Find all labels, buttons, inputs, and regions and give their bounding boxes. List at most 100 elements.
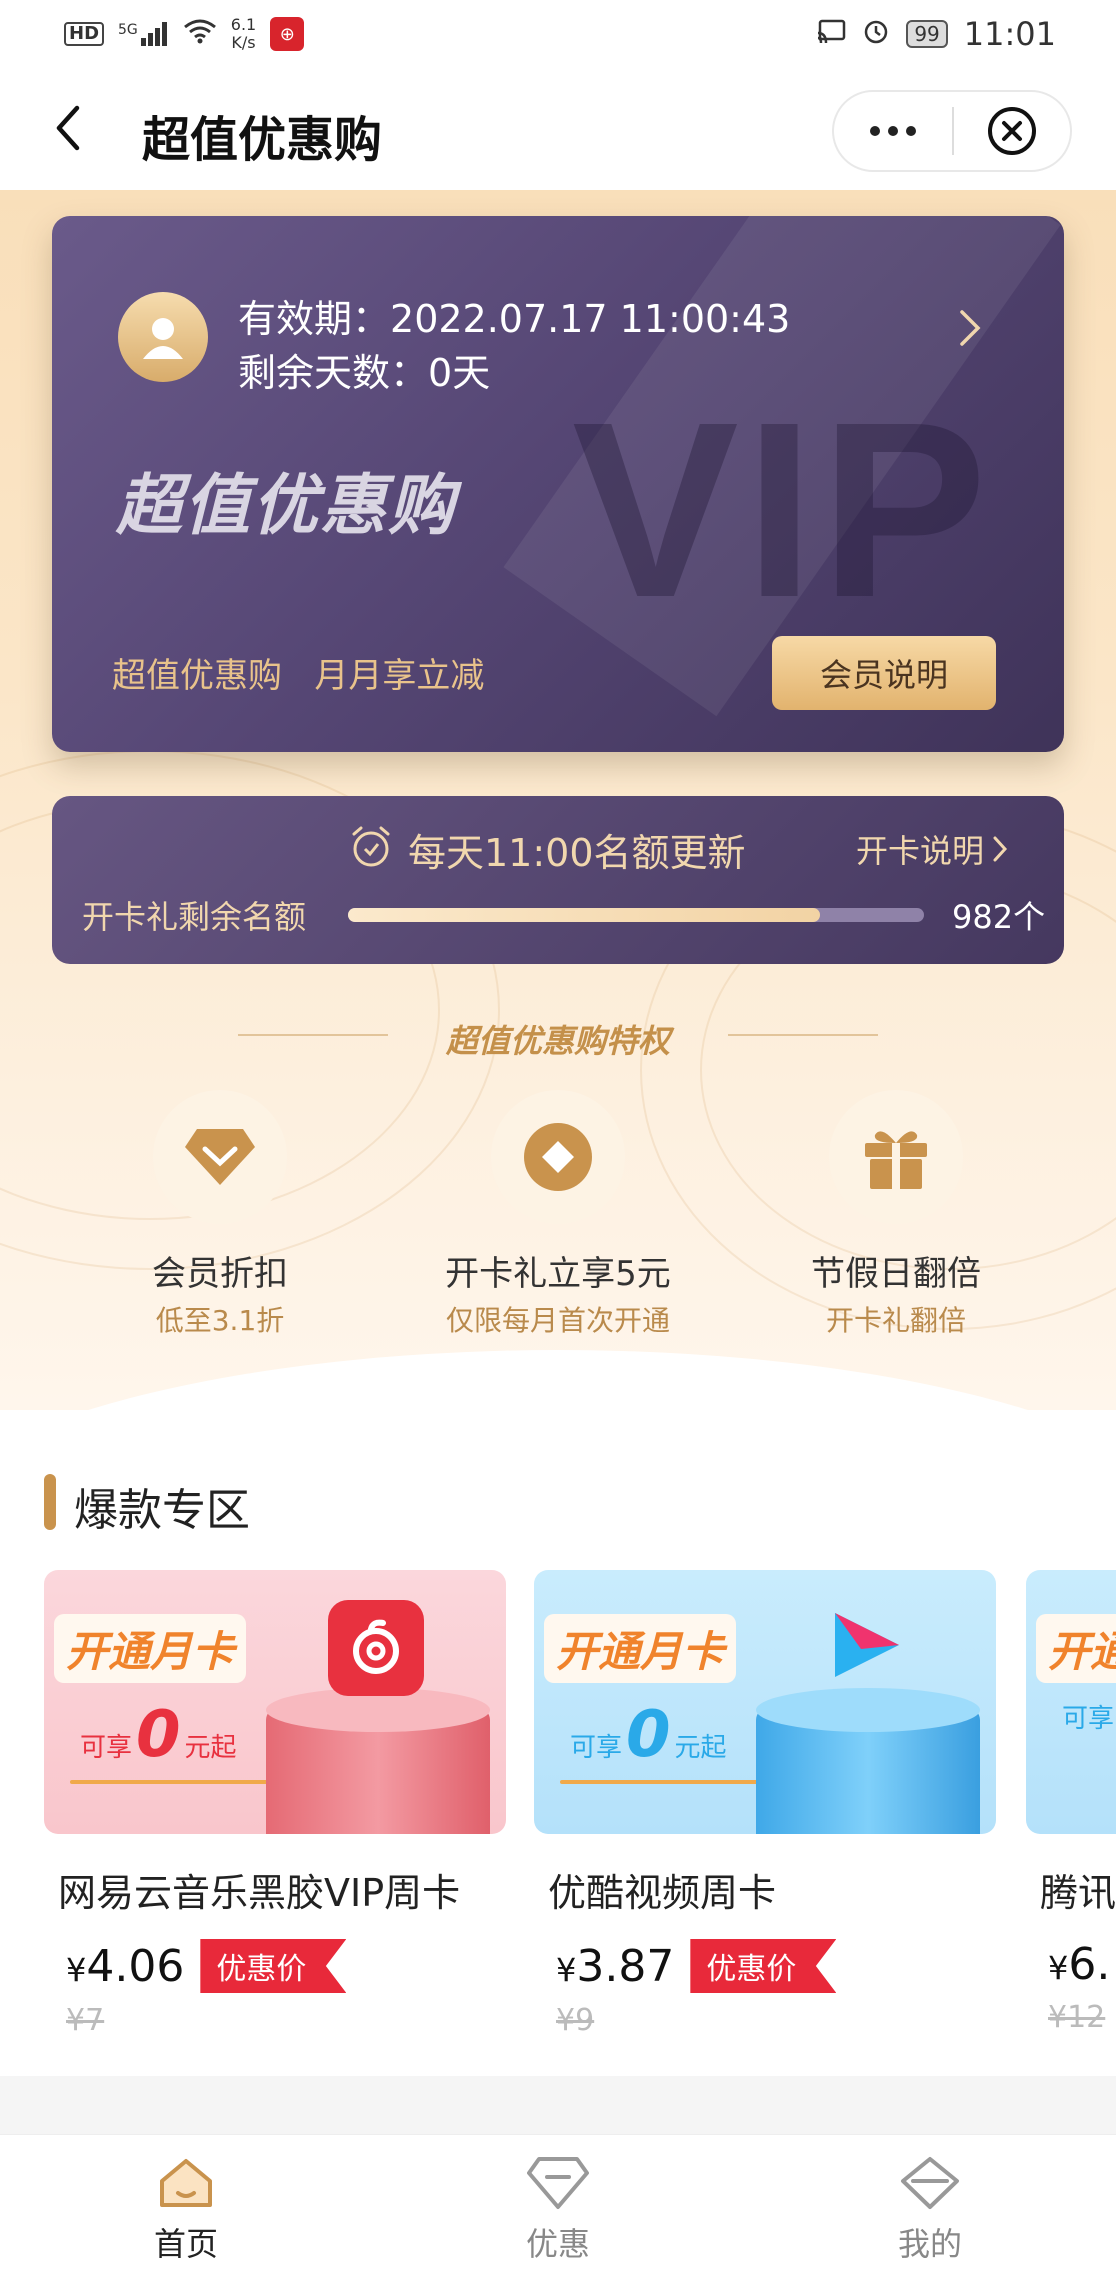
currency-symbol: ¥: [66, 1950, 87, 1989]
original-price: ¥9: [556, 2003, 595, 2038]
nav-header: 超值优惠购: [0, 68, 1116, 190]
more-button[interactable]: [834, 92, 952, 170]
status-right: 99 11:01: [816, 15, 1056, 53]
quota-progress-fill: [348, 908, 821, 922]
remaining-days-line: 剩余天数：0天: [238, 342, 490, 397]
title-divider-right: [728, 1034, 878, 1036]
speed-value: 6.1: [230, 15, 257, 34]
gift-icon: [865, 1131, 927, 1189]
tab-label: 优惠: [525, 2225, 590, 2263]
wifi-icon: [183, 18, 217, 51]
chevron-right-icon: [960, 310, 981, 346]
product-card-tencent[interactable]: 开通 可享 腾讯 ¥6. ¥12: [1026, 1570, 1116, 2060]
hd-indicator: HD: [64, 22, 105, 46]
sale-price: ¥3.87: [556, 1941, 674, 1992]
home-icon: [160, 2159, 212, 2207]
banner-tag: 开通月卡: [544, 1614, 737, 1683]
bottom-tab-bar: 首页 优惠 我的: [0, 2134, 1116, 2278]
product-banner: 开通 可享: [1026, 1570, 1116, 1834]
card-detail-arrow[interactable]: [958, 308, 982, 352]
banner-post: 元起: [674, 1733, 727, 1763]
tab-home[interactable]: 首页: [106, 2155, 266, 2265]
card-rules-link[interactable]: 开卡说明: [856, 826, 1008, 872]
privilege-name: 节假日翻倍: [811, 1254, 981, 1294]
tab-mine[interactable]: 我的: [850, 2155, 1010, 2265]
vip-card[interactable]: VIP 有效期：2022.07.17 11:00:43 剩余天数：0天 超值优惠…: [52, 216, 1064, 752]
hot-zone-title: 爆款专区: [74, 1485, 250, 1536]
user-icon: [143, 318, 183, 359]
price-value: 6.: [1068, 1939, 1111, 1990]
privilege-name: 开卡礼立享5元: [445, 1254, 671, 1294]
banner-subtitle: 可享 0 元起: [80, 1698, 237, 1772]
status-bar: HD 5G 6.1 K/s ⊕ 99 11:01: [0, 0, 1116, 68]
more-dot-icon: [906, 126, 916, 136]
privilege-icon-wrap: [491, 1090, 625, 1224]
price-value: 3.87: [576, 1940, 675, 1992]
member-info-button[interactable]: 会员说明: [772, 636, 996, 710]
alarm-clock-icon: [348, 824, 394, 874]
price-row: ¥3.87 优惠价: [534, 1939, 996, 1993]
avatar: [118, 292, 208, 382]
status-left: HD 5G 6.1 K/s ⊕: [64, 15, 305, 52]
miniapp-capsule: [832, 90, 1072, 172]
chevron-left-icon: [56, 105, 80, 151]
banner-tag: 开通: [1036, 1614, 1116, 1683]
tab-discount[interactable]: 优惠: [478, 2155, 638, 2265]
vip-watermark: VIP: [572, 370, 993, 649]
chevron-right-icon: [993, 836, 1008, 862]
original-price: ¥12: [1048, 2000, 1106, 2035]
deal-badge: 优惠价: [690, 1939, 837, 1993]
privilege-open-gift[interactable]: 开卡礼立享5元 仅限每月首次开通: [398, 1090, 718, 1339]
sale-price: ¥6.: [1048, 1939, 1110, 1990]
battery-indicator: 99: [906, 20, 948, 48]
privilege-member-discount[interactable]: 会员折扣 低至3.1折: [60, 1090, 380, 1339]
remaining-quota-count: 982个: [952, 898, 1046, 936]
product-banner: 开通月卡 可享 0 元起: [44, 1570, 506, 1834]
coin-icon: [524, 1123, 592, 1191]
card-slogan: 超值优惠购 月月享立减: [112, 656, 485, 696]
card-brand-title: 超值优惠购: [116, 467, 456, 544]
hero-bottom-curve: [0, 1350, 1116, 1410]
section-divider: [0, 2076, 1116, 2134]
cast-icon: [816, 15, 846, 53]
banner-underline: [70, 1780, 270, 1784]
hero-section: VIP 有效期：2022.07.17 11:00:43 剩余天数：0天 超值优惠…: [0, 190, 1116, 1410]
section-accent-bar: [44, 1474, 56, 1530]
back-button[interactable]: [40, 98, 96, 158]
more-dot-icon: [870, 126, 880, 136]
close-button[interactable]: [954, 92, 1070, 170]
more-dot-icon: [888, 126, 898, 136]
card-rules-label: 开卡说明: [856, 832, 985, 870]
youku-logo: [818, 1600, 914, 1696]
price-value: 4.06: [86, 1940, 185, 1992]
banner-number: 0: [626, 1698, 671, 1772]
speed-unit: K/s: [231, 33, 256, 52]
diamond-icon: [185, 1129, 255, 1185]
validity-value: 2022.07.17 11:00:43: [390, 297, 791, 341]
validity-line: 有效期：2022.07.17 11:00:43: [238, 288, 790, 343]
currency-symbol: ¥: [556, 1950, 577, 1989]
tab-label: 首页: [153, 2225, 218, 2263]
banner-post: 元起: [184, 1733, 237, 1763]
banner-pre: 可享: [80, 1733, 133, 1763]
privilege-name: 会员折扣: [152, 1254, 288, 1294]
privilege-icon-wrap: [153, 1090, 287, 1224]
deal-badge: 优惠价: [200, 1939, 347, 1993]
product-card-netease[interactable]: 开通月卡 可享 0 元起 网易云音乐黑胶VIP周卡 ¥4.06 优惠价 ¥7: [44, 1570, 506, 2060]
netease-music-logo: [328, 1600, 424, 1696]
quota-refresh-title: 每天11:00名额更新: [408, 831, 746, 875]
privilege-holiday-double[interactable]: 节假日翻倍 开卡礼翻倍: [736, 1090, 1056, 1339]
validity-label: 有效期：: [238, 297, 391, 341]
banner-underline: [560, 1780, 760, 1784]
product-name: 腾讯: [1040, 1871, 1116, 1915]
product-card-youku[interactable]: 开通月卡 可享 0 元起 优酷视频周卡 ¥3.87 优惠价 ¥9: [534, 1570, 996, 2060]
network-type: 5G: [118, 22, 138, 38]
privilege-sub: 仅限每月首次开通: [445, 1304, 670, 1337]
product-name: 优酷视频周卡: [548, 1871, 777, 1915]
discount-diamond-icon: [527, 2157, 589, 2209]
price-row: ¥6.: [1026, 1939, 1116, 1990]
tab-label: 我的: [897, 2225, 962, 2263]
price-row: ¥4.06 优惠价: [44, 1939, 506, 1993]
banner-tag: 开通月卡: [54, 1614, 247, 1683]
remaining-days-label: 剩余天数：: [238, 351, 429, 395]
